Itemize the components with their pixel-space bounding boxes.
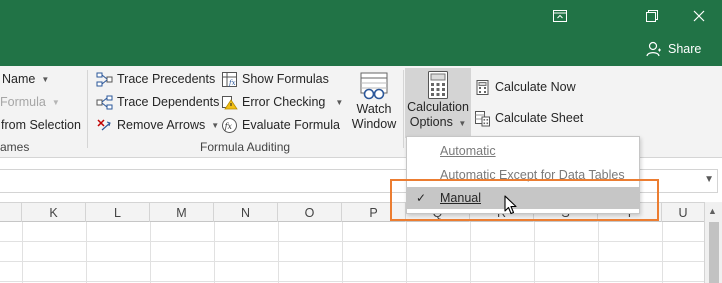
warning-icon: [222, 95, 238, 109]
ribbon-display-options-button[interactable]: [537, 0, 583, 32]
chevron-down-icon: ▼: [458, 119, 467, 128]
use-in-formula-label: Formula: [0, 95, 46, 109]
chevron-down-icon: ▼: [335, 97, 344, 107]
remove-arrows-button[interactable]: Remove Arrows ▼: [96, 115, 219, 135]
menu-item-automatic[interactable]: Automatic: [407, 140, 639, 162]
watch-window-icon: [360, 72, 388, 100]
gridline: [278, 222, 279, 283]
gridline: [150, 222, 151, 283]
column-header-l[interactable]: L: [86, 203, 150, 223]
expand-formula-bar-icon[interactable]: ▼: [704, 174, 714, 185]
group-label-formula-auditing: Formula Auditing: [200, 140, 291, 154]
chevron-down-icon: ▼: [41, 74, 50, 84]
use-in-formula-button[interactable]: Formula ▼: [0, 92, 60, 112]
calculation-options-line1: Calculation: [407, 100, 469, 114]
vertical-scrollbar[interactable]: ▲: [704, 202, 722, 283]
scroll-up-icon[interactable]: ▲: [708, 206, 717, 216]
title-bar: Share: [0, 0, 722, 66]
annotation-highlight-box: [390, 179, 659, 221]
share-label: Share: [668, 42, 702, 56]
show-formulas-label: Show Formulas: [242, 72, 329, 86]
gridline: [534, 222, 535, 283]
group-separator: [403, 70, 404, 148]
column-header-partial[interactable]: [0, 203, 22, 223]
gridline: [662, 222, 663, 283]
error-checking-button[interactable]: Error Checking ▼: [221, 92, 343, 112]
mouse-pointer-icon: [504, 195, 517, 215]
show-formulas-icon: fx: [222, 71, 237, 87]
column-header-n[interactable]: N: [214, 203, 278, 223]
close-icon: [693, 10, 705, 22]
chevron-down-icon: ▼: [211, 120, 220, 130]
restore-icon: [646, 10, 658, 22]
calculator-icon: [428, 71, 448, 99]
remove-arrows-label: Remove Arrows: [117, 118, 206, 132]
trace-precedents-label: Trace Precedents: [117, 72, 216, 86]
share-button[interactable]: Share: [646, 40, 701, 58]
person-icon: [646, 41, 661, 57]
gridline: [342, 222, 343, 283]
group-label-defined-names: ames: [0, 140, 30, 154]
gridline: [22, 222, 23, 283]
evaluate-formula-button[interactable]: fx Evaluate Formula: [221, 115, 340, 135]
trace-dependents-button[interactable]: Trace Dependents: [96, 92, 219, 112]
remove-arrows-icon: [97, 118, 111, 130]
calculate-sheet-button[interactable]: Calculate Sheet: [474, 108, 583, 128]
watch-window-line1: Watch: [356, 102, 392, 116]
calculate-sheet-label: Calculate Sheet: [495, 111, 584, 125]
close-button[interactable]: [676, 0, 722, 32]
create-from-selection-button[interactable]: from Selection: [1, 115, 81, 135]
ribbon-display-icon: [553, 10, 567, 22]
calculate-now-label: Calculate Now: [495, 80, 576, 94]
create-from-selection-label: from Selection: [1, 118, 81, 132]
gridline: [406, 222, 407, 283]
calculate-sheet-icon: [475, 110, 490, 126]
menu-item-label: Automatic: [440, 144, 496, 158]
error-checking-label: Error Checking: [242, 95, 326, 109]
calculate-now-button[interactable]: Calculate Now: [474, 77, 576, 97]
calculation-options-button[interactable]: Calculation Options ▼: [405, 68, 471, 138]
define-name-button[interactable]: Name ▼: [2, 69, 49, 89]
column-header-o[interactable]: O: [278, 203, 342, 223]
watch-window-button[interactable]: Watch Window: [347, 70, 401, 138]
column-header-k[interactable]: K: [22, 203, 86, 223]
evaluate-formula-label: Evaluate Formula: [242, 118, 340, 132]
svg-text:fx: fx: [224, 122, 233, 131]
gridline: [0, 241, 704, 242]
group-separator: [87, 70, 88, 148]
trace-dependents-icon: [96, 95, 113, 109]
calculation-options-line2: Options ▼: [409, 115, 467, 129]
show-formulas-button[interactable]: fx Show Formulas: [221, 69, 329, 89]
gridline: [86, 222, 87, 283]
gridline: [0, 281, 704, 282]
trace-precedents-icon: [96, 72, 113, 86]
trace-dependents-label: Trace Dependents: [117, 95, 220, 109]
define-name-label: Name: [2, 72, 36, 86]
gridline: [470, 222, 471, 283]
gridline: [0, 261, 704, 262]
column-header-m[interactable]: M: [150, 203, 214, 223]
worksheet-grid[interactable]: [0, 222, 704, 283]
restore-button[interactable]: [629, 0, 675, 32]
calculate-now-icon: [476, 79, 489, 95]
trace-precedents-button[interactable]: Trace Precedents: [96, 69, 215, 89]
gridline: [598, 222, 599, 283]
svg-text:fx: fx: [228, 79, 236, 87]
chevron-down-icon: ▼: [51, 97, 60, 107]
watch-window-line2: Window: [351, 117, 397, 131]
gridline: [214, 222, 215, 283]
evaluate-formula-icon: fx: [222, 117, 237, 133]
scroll-thumb[interactable]: [709, 222, 719, 283]
column-header-u[interactable]: U: [662, 203, 704, 223]
